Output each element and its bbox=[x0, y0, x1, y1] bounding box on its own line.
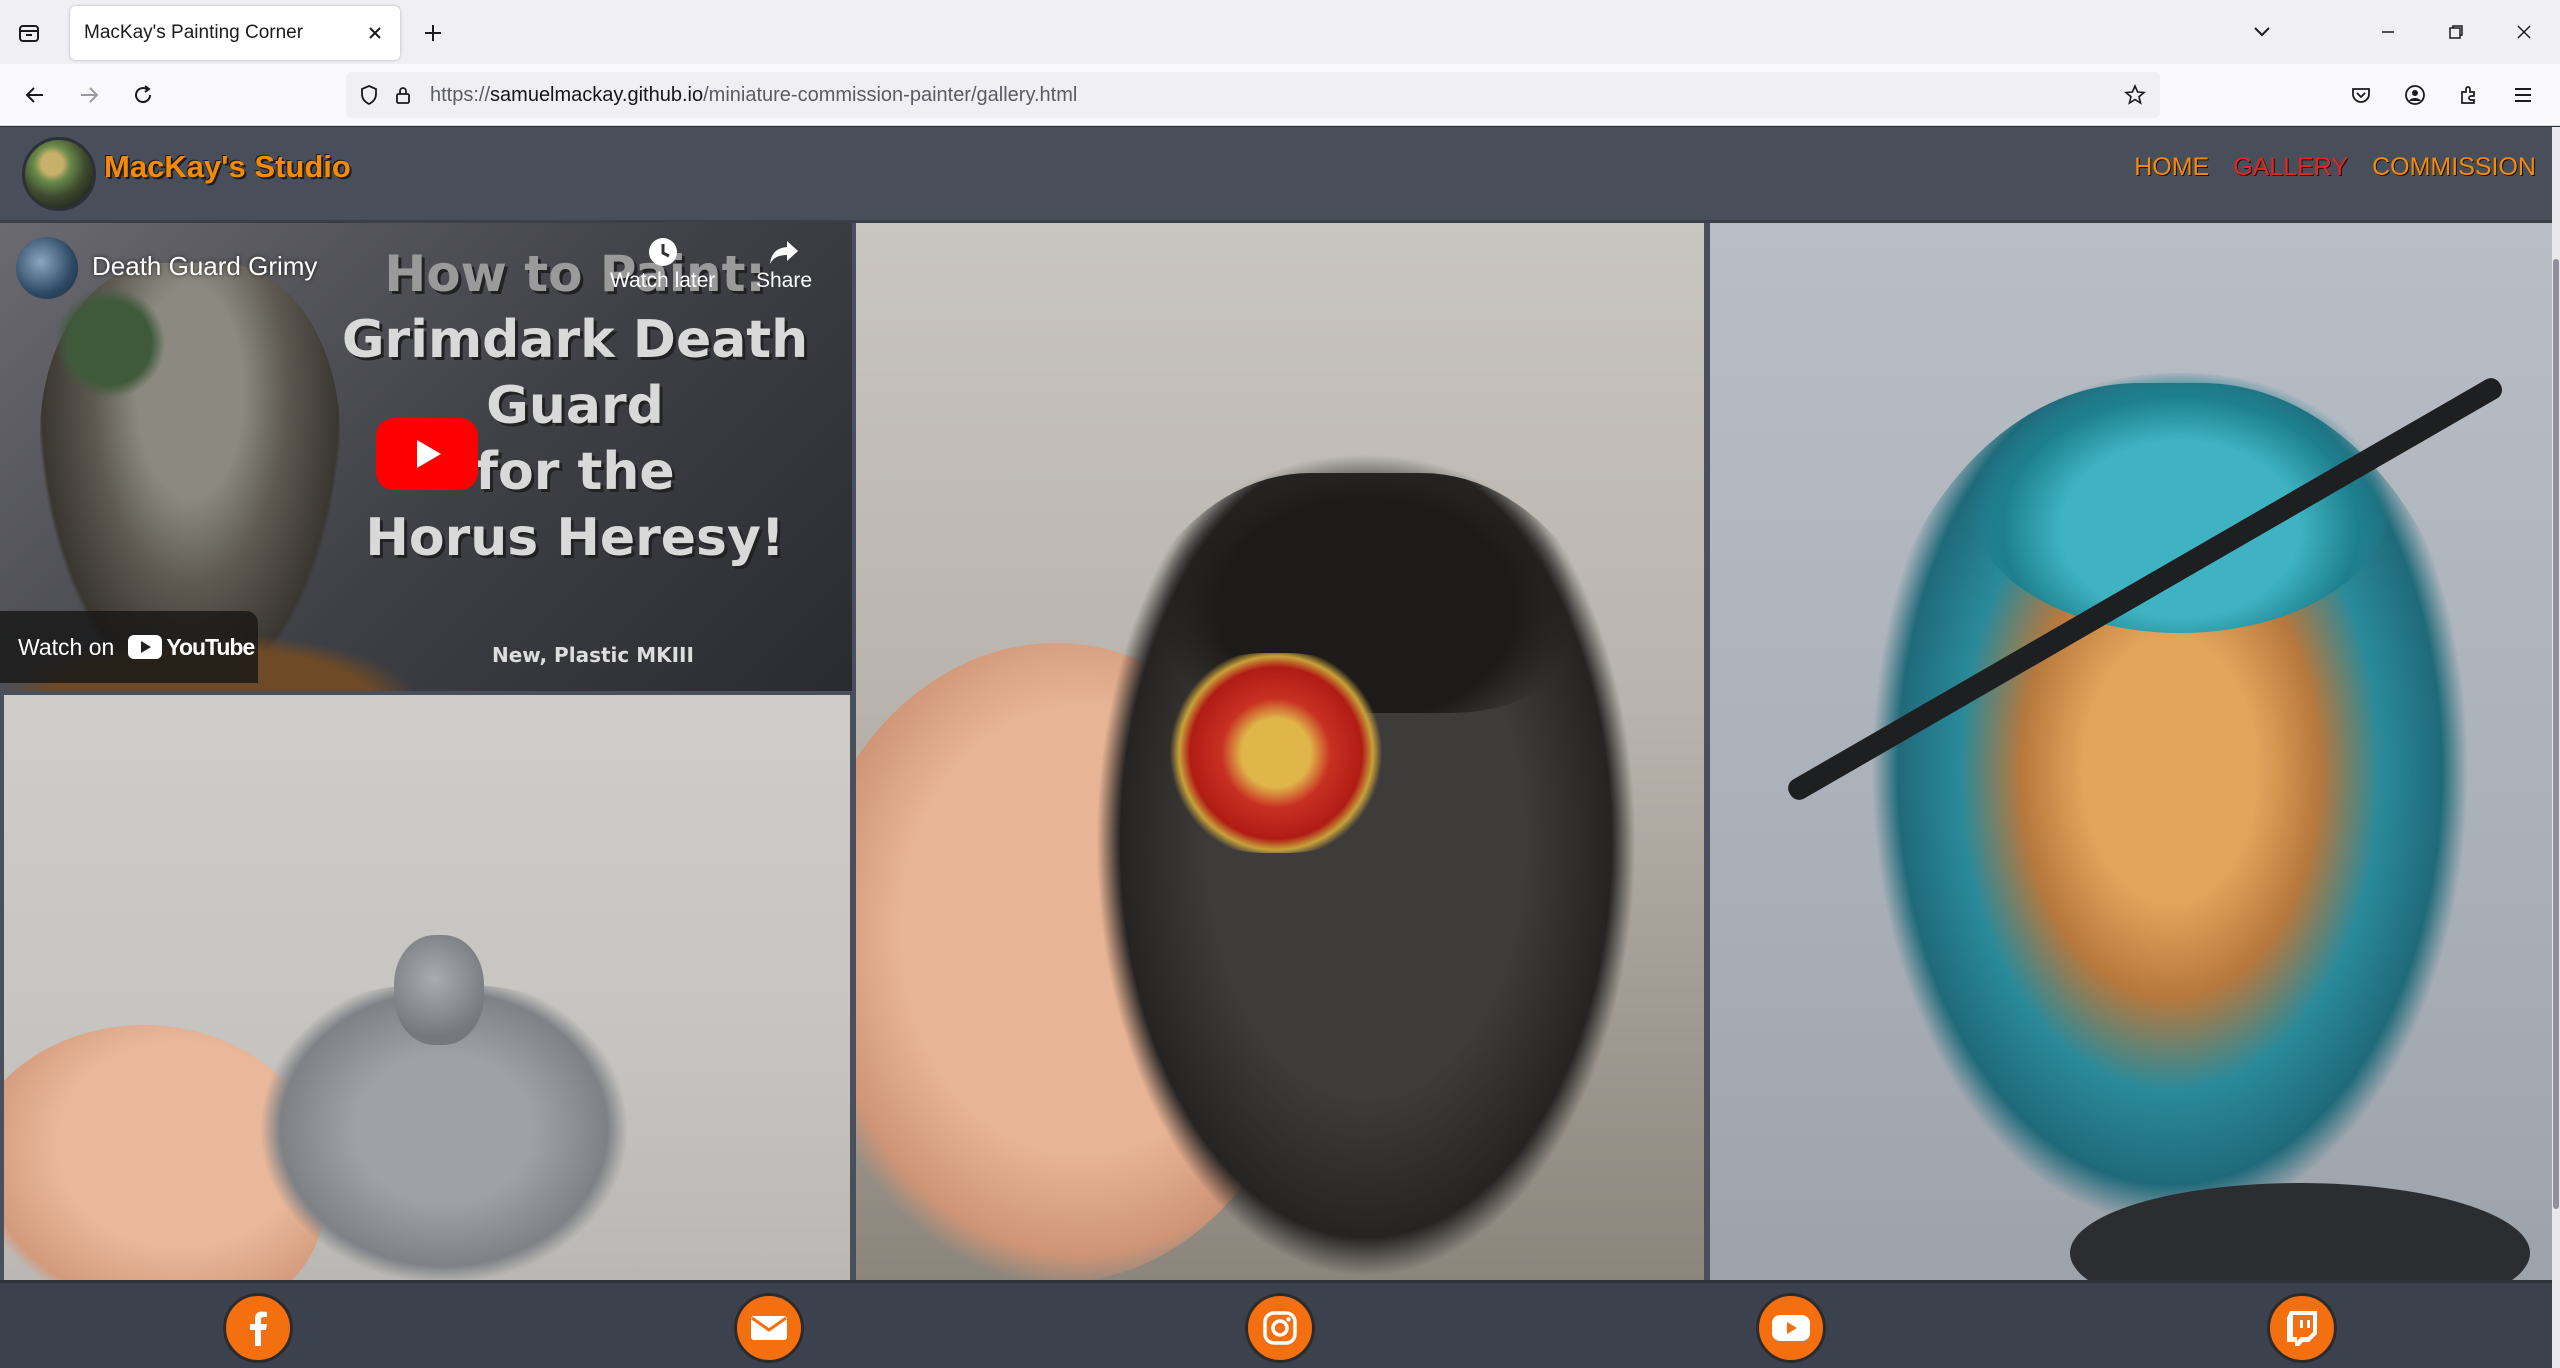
video-thumbnail-caption: How to Paint: Grimdark Death Guard for t… bbox=[330, 241, 820, 571]
facebook-icon bbox=[250, 1311, 267, 1346]
photo-miniature-head bbox=[394, 935, 484, 1045]
url-prefix: https:// bbox=[430, 83, 491, 106]
play-icon bbox=[417, 440, 441, 468]
thumbnail-caption-line-1: How to Paint: bbox=[384, 245, 766, 303]
thumbnail-caption-line-4: Horus Heresy! bbox=[365, 508, 785, 568]
clock-icon bbox=[648, 238, 677, 266]
scrollbar-thumb[interactable] bbox=[2553, 259, 2559, 1209]
gallery-photo-black-warrior-miniature[interactable] bbox=[856, 223, 1704, 1280]
site-footer bbox=[0, 1280, 2560, 1368]
url-domain: samuelmackay.github.io bbox=[490, 83, 704, 106]
browser-navigation-bar: https://samuelmackay.github.io/miniature… bbox=[0, 64, 2560, 126]
instagram-link[interactable] bbox=[1245, 1293, 1315, 1363]
close-window-icon[interactable] bbox=[2504, 14, 2544, 50]
nav-link-commission[interactable]: COMMISSION bbox=[2372, 153, 2536, 182]
youtube-play-logo-icon bbox=[128, 635, 163, 659]
account-icon[interactable] bbox=[2396, 76, 2434, 114]
instagram-icon bbox=[1263, 1311, 1297, 1345]
youtube-video-embed[interactable]: Death Guard Grimy How to Paint: Grimdark… bbox=[0, 223, 852, 691]
twitch-icon bbox=[2287, 1311, 2317, 1346]
url-bar[interactable]: https://samuelmackay.github.io/miniature… bbox=[346, 72, 2160, 118]
browser-tab-strip: MacKay's Painting Corner bbox=[0, 0, 2560, 64]
tab-overflow-chevron-icon[interactable] bbox=[2242, 14, 2282, 50]
tracking-protection-shield-icon[interactable] bbox=[352, 78, 386, 112]
youtube-wordmark: YouTube bbox=[166, 633, 255, 660]
thumbnail-subcaption: New, Plastic MKIII bbox=[492, 643, 694, 667]
restore-icon[interactable] bbox=[2436, 14, 2476, 50]
active-tab[interactable]: MacKay's Painting Corner bbox=[70, 6, 400, 60]
site-header: MacKay's Studio HOME GALLERY COMMISSION bbox=[0, 127, 2560, 223]
watch-on-label: Watch on bbox=[18, 633, 115, 660]
channel-avatar[interactable] bbox=[16, 237, 78, 299]
bookmark-star-icon[interactable] bbox=[2118, 78, 2152, 112]
gallery-photo-lizardman-miniature[interactable] bbox=[1710, 223, 2560, 1280]
extensions-icon[interactable] bbox=[2450, 76, 2488, 114]
url-text: https://samuelmackay.github.io/miniature… bbox=[430, 84, 1077, 107]
watch-later-button[interactable]: Watch later bbox=[610, 235, 715, 293]
watch-later-label: Watch later bbox=[610, 269, 716, 292]
menu-hamburger-icon[interactable] bbox=[2504, 76, 2542, 114]
video-title[interactable]: Death Guard Grimy bbox=[92, 251, 317, 282]
tab-list-icon[interactable] bbox=[12, 16, 46, 50]
page-scrollbar[interactable] bbox=[2552, 127, 2560, 1368]
facebook-link[interactable] bbox=[223, 1293, 293, 1363]
studio-logo-text[interactable]: MacKay's Studio bbox=[104, 149, 351, 185]
gallery-photo-barbarian-miniature[interactable] bbox=[4, 695, 850, 1280]
youtube-icon bbox=[1772, 1315, 1810, 1341]
minimize-icon[interactable] bbox=[2368, 14, 2408, 50]
new-tab-icon[interactable] bbox=[416, 16, 450, 50]
photo-lizardman-crest bbox=[1970, 373, 2390, 633]
lock-icon[interactable] bbox=[386, 78, 420, 112]
play-button[interactable] bbox=[376, 418, 478, 490]
nav-link-home[interactable]: HOME bbox=[2134, 153, 2209, 182]
site-navigation: HOME GALLERY COMMISSION bbox=[2134, 153, 2536, 182]
nav-link-gallery[interactable]: GALLERY bbox=[2233, 153, 2348, 182]
pocket-icon[interactable] bbox=[2342, 76, 2380, 114]
email-icon bbox=[751, 1316, 787, 1340]
youtube-logo: YouTube bbox=[128, 633, 255, 661]
email-link[interactable] bbox=[734, 1293, 804, 1363]
video-thumbnail-shoulder bbox=[40, 283, 180, 403]
twitch-link[interactable] bbox=[2267, 1293, 2337, 1363]
tab-title: MacKay's Painting Corner bbox=[84, 22, 304, 43]
close-tab-icon[interactable] bbox=[358, 16, 392, 50]
share-arrow-icon bbox=[770, 241, 799, 264]
watch-on-youtube-button[interactable]: Watch on YouTube bbox=[0, 611, 258, 683]
back-icon[interactable] bbox=[16, 76, 54, 114]
youtube-link[interactable] bbox=[1756, 1293, 1826, 1363]
forward-icon[interactable] bbox=[70, 76, 108, 114]
studio-logo-image[interactable] bbox=[22, 137, 96, 211]
photo-red-gold-shoulder-pad bbox=[1156, 653, 1396, 853]
url-path: /miniature-commission-painter/gallery.ht… bbox=[703, 83, 1078, 106]
reload-icon[interactable] bbox=[124, 76, 162, 114]
share-label: Share bbox=[756, 269, 813, 292]
gallery-grid: Death Guard Grimy How to Paint: Grimdark… bbox=[0, 223, 2560, 1280]
share-button[interactable]: Share bbox=[756, 235, 812, 293]
